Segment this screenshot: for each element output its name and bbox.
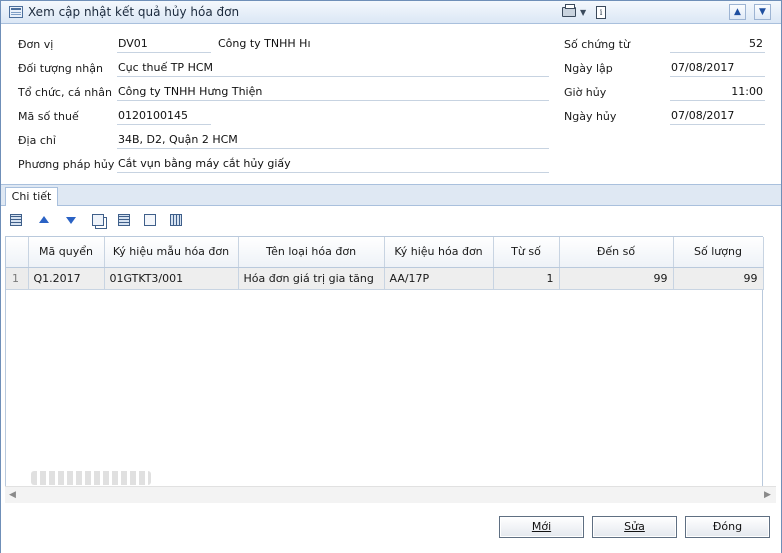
doi-tuong-nhan-label: Đối tượng nhận — [18, 62, 103, 75]
don-vi-label: Đơn vị — [18, 38, 54, 51]
to-chuc-ca-nhan-label: Tổ chức, cá nhân — [18, 86, 112, 99]
columns-icon — [170, 214, 182, 226]
columns-button[interactable] — [167, 211, 185, 229]
ma-so-thue-label: Mã số thuế — [18, 110, 79, 123]
ngay-lap-label: Ngày lập — [564, 62, 613, 75]
tab-chi-tiet[interactable]: Chi tiết — [5, 187, 58, 207]
close-button-label: Đóng — [712, 520, 743, 533]
previous-record-button[interactable]: ▲ — [729, 4, 746, 20]
tab-strip: Chi tiết — [1, 184, 781, 207]
ma-quyen-cell[interactable]: Q1.2017 — [28, 267, 105, 290]
doi-tuong-nhan-field[interactable]: Cục thuế TP HCM — [117, 60, 549, 77]
detail-grid: Mã quyển Ký hiệu mẫu hóa đơn Tên loại hó… — [5, 236, 764, 496]
ngay-huy-field[interactable]: 07/08/2017 — [670, 108, 765, 125]
faded-watermark — [31, 471, 151, 485]
column-header[interactable]: Ký hiệu mẫu hóa đơn — [104, 237, 239, 268]
printer-icon[interactable] — [562, 4, 576, 17]
ky-hieu-mau-cell[interactable]: 01GTKT3/001 — [104, 267, 239, 290]
new-button-label: Mới — [531, 520, 552, 533]
window-title: Xem cập nhật kết quả hủy hóa đơn — [28, 5, 240, 19]
column-header[interactable]: Đến số — [559, 237, 674, 268]
next-record-button[interactable]: ▼ — [754, 4, 771, 20]
ma-so-thue-field[interactable]: 0120100145 — [117, 108, 211, 125]
move-down-button[interactable] — [62, 211, 80, 229]
grid-add-icon — [10, 214, 22, 226]
ngay-huy-label: Ngày hủy — [564, 110, 617, 123]
column-header[interactable]: Ký hiệu hóa đơn — [384, 237, 494, 268]
edit-button[interactable]: Sửa — [592, 516, 677, 538]
phuong-phap-huy-label: Phương pháp hủy — [18, 158, 115, 171]
dia-chi-field[interactable]: 34B, D2, Quận 2 HCM — [117, 132, 549, 149]
detail-toolbar — [7, 211, 207, 231]
export-button[interactable] — [141, 211, 159, 229]
move-up-icon — [39, 216, 49, 223]
gio-huy-field[interactable]: 11:00 — [670, 84, 765, 101]
row-number-header — [6, 237, 29, 268]
copy-row-button[interactable] — [89, 211, 107, 229]
column-header[interactable]: Mã quyển — [28, 237, 105, 268]
don-vi-code-field[interactable]: DV01 — [117, 36, 211, 53]
den-so-cell[interactable]: 99 — [559, 267, 674, 290]
delete-row-button[interactable] — [115, 211, 133, 229]
move-down-icon — [66, 217, 76, 224]
move-up-button[interactable] — [35, 211, 53, 229]
horizontal-scrollbar[interactable]: ◀ ▶ — [5, 486, 776, 503]
scroll-right-icon[interactable]: ▶ — [764, 490, 771, 500]
column-header[interactable]: Số lượng — [673, 237, 764, 268]
delete-row-icon — [118, 214, 130, 226]
arrow-down-icon: ▼ — [759, 7, 766, 17]
phuong-phap-huy-field[interactable]: Cắt vụn bằng máy cắt hủy giấy — [117, 156, 549, 173]
title-bar: Xem cập nhật kết quả hủy hóa đơn ▼ i ▲ ▼ — [1, 1, 781, 24]
close-button[interactable]: Đóng — [685, 516, 770, 538]
add-row-button[interactable] — [7, 211, 25, 229]
ten-loai-cell[interactable]: Hóa đơn giá trị gia tăng — [238, 267, 385, 290]
info-icon[interactable]: i — [596, 6, 606, 19]
header-form: Đơn vị DV01 Công ty TNHH Hı Đối tượng nh… — [1, 25, 781, 183]
ngay-lap-field[interactable]: 07/08/2017 — [670, 60, 765, 77]
edit-button-label: Sửa — [624, 520, 645, 533]
arrow-up-icon: ▲ — [734, 7, 741, 17]
ky-hieu-hoa-don-cell[interactable]: AA/17P — [384, 267, 494, 290]
column-header[interactable]: Tên loại hóa đơn — [238, 237, 385, 268]
export-icon — [144, 214, 156, 226]
table-header-row: Mã quyển Ký hiệu mẫu hóa đơn Tên loại hó… — [6, 237, 764, 268]
chevron-down-icon[interactable]: ▼ — [580, 8, 586, 17]
dia-chi-label: Địa chỉ — [18, 134, 56, 147]
gio-huy-label: Giờ hủy — [564, 86, 607, 99]
action-bar: Mới Sửa Đóng — [1, 509, 781, 553]
so-luong-cell[interactable]: 99 — [673, 267, 764, 290]
table-row[interactable]: 1 Q1.2017 01GTKT3/001 Hóa đơn giá trị gi… — [6, 267, 764, 290]
scroll-left-icon[interactable]: ◀ — [9, 490, 16, 500]
don-vi-name-field[interactable]: Công ty TNHH Hı — [217, 36, 311, 53]
tu-so-cell[interactable]: 1 — [493, 267, 560, 290]
so-chung-tu-field[interactable]: 52 — [670, 36, 765, 53]
so-chung-tu-label: Số chứng từ — [564, 38, 630, 51]
copy-row-icon — [92, 214, 104, 226]
to-chuc-ca-nhan-field[interactable]: Công ty TNHH Hưng Thiện — [117, 84, 549, 101]
form-icon — [9, 6, 23, 18]
column-header[interactable]: Từ số — [493, 237, 560, 268]
row-number-cell: 1 — [6, 267, 29, 290]
detail-table: Mã quyển Ký hiệu mẫu hóa đơn Tên loại hó… — [6, 237, 764, 290]
detail-panel: Mã quyển Ký hiệu mẫu hóa đơn Tên loại hó… — [1, 206, 781, 509]
new-button[interactable]: Mới — [499, 516, 584, 538]
dialog-window: Xem cập nhật kết quả hủy hóa đơn ▼ i ▲ ▼… — [0, 0, 782, 553]
